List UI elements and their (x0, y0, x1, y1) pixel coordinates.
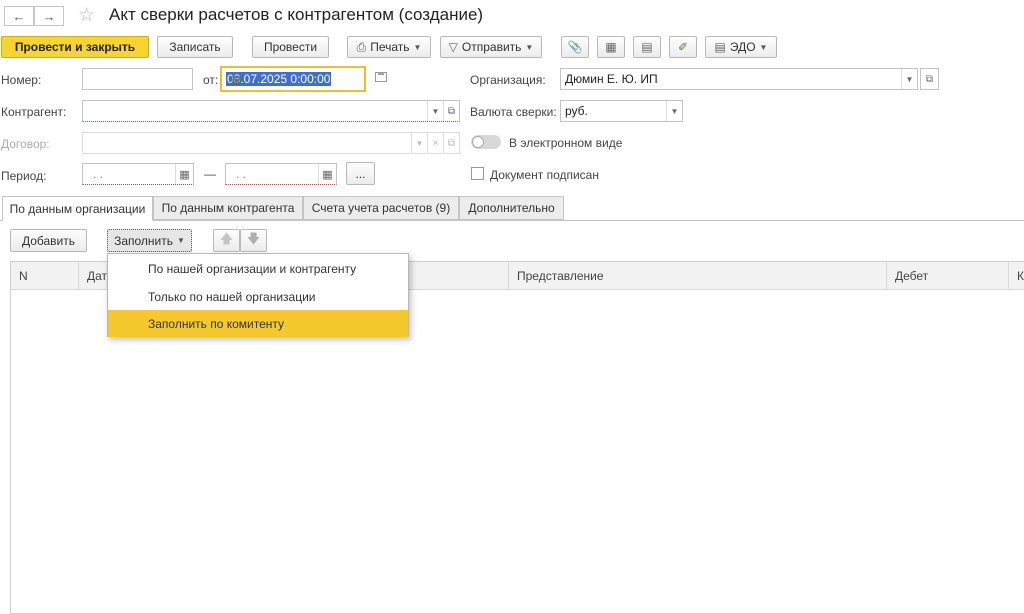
calendar-icon[interactable]: ▦ (175, 164, 193, 184)
chevron-down-icon: ▼ (177, 236, 185, 245)
send-button[interactable]: ▽ Отправить ▼ (440, 36, 542, 58)
print-label: Печать (370, 40, 410, 54)
calendar-icon[interactable]: ▦ (226, 68, 246, 90)
hierarchy-icon: ▦ (605, 40, 617, 54)
column-debit[interactable]: Дебет (886, 262, 1008, 290)
post-and-close-button[interactable]: Провести и закрыть (1, 36, 149, 58)
date-field[interactable]: 08.07.2025 0:00:00 ▦ (220, 66, 366, 92)
period-to-field[interactable]: . . ▦ (225, 163, 337, 185)
open-icon: ⧉ (925, 73, 934, 85)
star-icon[interactable]: ☆ (78, 4, 95, 27)
tab-label: По данным организации (9, 201, 146, 216)
dropdown-chevron-icon[interactable]: ▼ (901, 69, 917, 89)
column-n[interactable]: N (11, 262, 78, 290)
period-label: Период: (1, 169, 47, 183)
chevron-down-icon: ▼ (759, 42, 768, 52)
tab-label: Дополнительно (468, 201, 555, 215)
send-label: Отправить (461, 40, 522, 54)
calendar-icon[interactable]: ▦ (318, 164, 336, 184)
organization-value: Дюмин Е. Ю. ИП (565, 72, 658, 86)
electronic-label: В электронном виде (509, 136, 623, 150)
menu-item-by-principal[interactable]: Заполнить по комитенту (108, 310, 408, 337)
clear-icon[interactable]: × (427, 133, 443, 153)
arrow-left-icon: ← (12, 8, 26, 24)
back-button[interactable]: ← (4, 6, 34, 26)
tab-label: Счета учета расчетов (9) (311, 201, 451, 215)
post-button[interactable]: Провести (252, 36, 329, 58)
period-from-field[interactable]: . . ▦ (82, 163, 194, 185)
currency-label: Валюта сверки: (470, 105, 557, 119)
organization-field[interactable]: Дюмин Е. Ю. ИП ▼ (560, 68, 918, 90)
pen-check-icon: ✐ (677, 40, 689, 54)
arrow-down-icon: 🡇 (246, 230, 261, 246)
tab-divider (0, 220, 1024, 221)
edo-button[interactable]: ▤ ЭДО ▼ (705, 36, 777, 58)
organization-label: Организация: (470, 73, 546, 87)
contract-label: Договор: (1, 137, 50, 151)
dropdown-chevron-icon[interactable]: ▼ (411, 133, 427, 153)
period-from-value: . . (93, 167, 104, 181)
period-dash: — (204, 167, 216, 181)
column-presentation[interactable]: Представление (508, 262, 886, 290)
forward-button[interactable]: → (34, 6, 64, 26)
signed-label: Документ подписан (490, 168, 599, 182)
signed-checkbox[interactable] (471, 167, 484, 180)
save-label: Записать (169, 40, 221, 54)
edo-icon: ▤ (714, 40, 726, 54)
number-label: Номер: (1, 73, 42, 87)
page-title: Акт сверки расчетов с контрагентом (созд… (109, 5, 484, 24)
contract-field[interactable]: ▼ × ⧉ (82, 132, 460, 154)
column-credit[interactable]: К (1008, 262, 1024, 290)
number-field[interactable] (82, 68, 193, 90)
organization-open-button[interactable]: ⧉ (920, 68, 939, 90)
printer-icon: ⎙ (356, 39, 367, 54)
add-row-label: Добавить (21, 233, 76, 248)
add-row-button[interactable]: Добавить (10, 229, 87, 252)
counterparty-label: Контрагент: (1, 105, 67, 119)
attach-button[interactable]: 📎 (561, 36, 589, 58)
move-down-button[interactable]: 🡇 (240, 229, 267, 252)
currency-value: руб. (565, 104, 588, 118)
post-label: Провести (263, 40, 318, 54)
funnel-send-icon: ▽ (448, 40, 458, 54)
paperclip-icon: 📎 (567, 40, 583, 54)
period-more-label: ... (355, 166, 366, 181)
save-button[interactable]: Записать (157, 36, 233, 58)
date-comment-icon[interactable]: ▬ (375, 71, 387, 82)
currency-field[interactable]: руб. ▼ (560, 100, 683, 122)
tab-label: По данным контрагента (161, 201, 295, 215)
edo-label: ЭДО (729, 40, 756, 54)
tab-organization-data[interactable]: По данным организации (2, 196, 153, 221)
tab-counterparty-data[interactable]: По данным контрагента (153, 196, 303, 220)
document-lines-icon: ▤ (641, 40, 653, 54)
post-and-close-label: Провести и закрыть (14, 40, 136, 54)
chevron-down-icon: ▼ (413, 42, 422, 52)
dropdown-chevron-icon[interactable]: ▼ (427, 101, 443, 121)
arrow-right-icon: → (42, 8, 56, 24)
move-up-button[interactable]: 🡅 (213, 229, 240, 252)
counterparty-field[interactable]: ▼ ⧉ (82, 100, 460, 122)
open-icon[interactable]: ⧉ (443, 133, 459, 153)
fill-button[interactable]: Заполнить ▼ (107, 229, 192, 252)
print-button[interactable]: ⎙ Печать ▼ (347, 36, 431, 58)
open-icon[interactable]: ⧉ (443, 101, 459, 121)
menu-item-org-only[interactable]: Только по нашей организации (108, 283, 408, 310)
sign-button[interactable]: ✐ (669, 36, 697, 58)
tab-additional[interactable]: Дополнительно (459, 196, 564, 220)
date-label: от: (203, 73, 219, 87)
tab-accounts[interactable]: Счета учета расчетов (9) (303, 196, 459, 220)
period-to-value: . . (236, 167, 247, 181)
structure-button[interactable]: ▦ (597, 36, 625, 58)
electronic-toggle[interactable] (471, 135, 501, 149)
report-button[interactable]: ▤ (633, 36, 661, 58)
chevron-down-icon: ▼ (525, 42, 534, 52)
fill-label: Заполнить (114, 233, 173, 248)
menu-item-org-and-counterparty[interactable]: По нашей организации и контрагенту (108, 255, 408, 282)
arrow-up-icon: 🡅 (219, 230, 234, 246)
period-select-button[interactable]: ... (346, 162, 375, 185)
fill-dropdown-menu: По нашей организации и контрагенту Тольк… (107, 253, 409, 337)
dropdown-chevron-icon[interactable]: ▼ (666, 101, 682, 121)
